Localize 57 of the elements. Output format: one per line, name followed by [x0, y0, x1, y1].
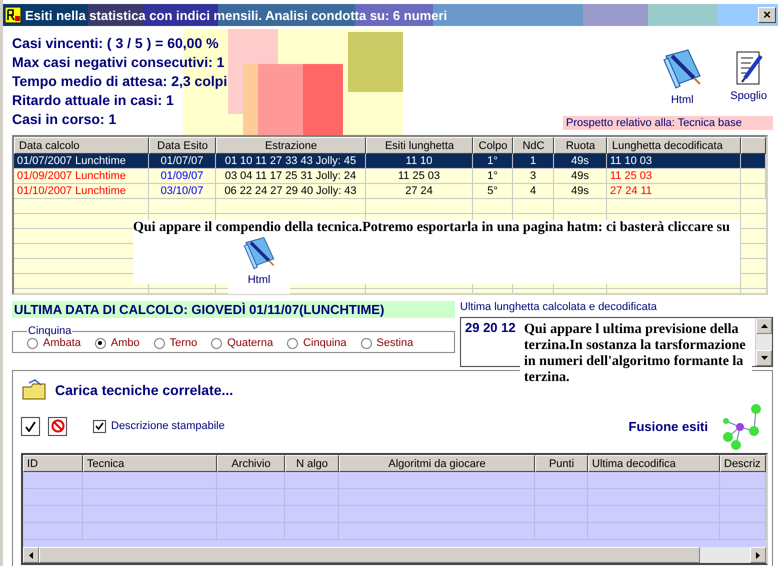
radio-option[interactable]: Quaterna — [211, 337, 274, 349]
group-legend: Cinquina — [27, 325, 72, 337]
column-header[interactable]: ID — [23, 455, 83, 472]
column-header[interactable]: Tecnica — [83, 455, 217, 472]
grid-cell: 3 — [513, 169, 554, 184]
merge-results-label: Fusione esiti — [628, 418, 708, 434]
column-header[interactable]: Punti — [535, 455, 588, 472]
column-header[interactable]: Data calcolo — [14, 137, 149, 154]
column-header[interactable]: Archivio — [217, 455, 285, 472]
grid-cell: 11 10 — [366, 154, 473, 169]
grid-cell: 01/07/2007 Lunchtime — [14, 154, 149, 169]
grid-cell: 1 — [513, 154, 554, 169]
column-header[interactable]: Colpo — [473, 137, 513, 154]
column-header[interactable]: Estrazione — [216, 137, 366, 154]
grid-cell: 01 10 11 27 33 43 Jolly: 45 — [216, 154, 366, 169]
grid-cell: 1° — [473, 154, 513, 169]
statistic-text: Casi in corso: 1 — [12, 110, 116, 129]
grid-row[interactable]: 01/09/2007 Lunchtime 01/09/07 03 04 11 17 25 31 Jolly: 24 11 25 03 1° 3 49s 11 25 03 — [14, 169, 766, 184]
technique-label: Prospetto relativo alla: Tecnica base — [563, 116, 773, 130]
spoglio-button[interactable]: Spoglio — [730, 48, 767, 106]
radio-option[interactable]: Sestina — [360, 337, 414, 349]
grid-row[interactable]: 01/07/2007 Lunchtime 01/07/07 01 10 11 27 33 43 Jolly: 45 11 10 1° 1 49s 11 10 03 — [14, 154, 766, 169]
column-header[interactable]: Esiti lunghetta — [366, 137, 473, 154]
field-label: Ultima lunghetta calcolata e decodificata — [460, 301, 658, 313]
column-header[interactable]: N algo — [285, 455, 339, 472]
load-techniques-label: Carica tecniche correlate... — [55, 382, 234, 398]
column-header[interactable]: Algoritmi da giocare — [339, 455, 535, 472]
grid-cell: 11 10 03 — [607, 154, 741, 169]
column-header[interactable]: Lunghetta decodificata — [607, 137, 741, 154]
grid-cell: 01/07/07 — [149, 154, 216, 169]
statistic-text: Casi vincenti: ( 3 / 5 ) = 60,00 % — [12, 34, 219, 53]
radio-option[interactable]: Terno — [154, 337, 198, 349]
grid-cell: 01/09/07 — [149, 169, 216, 184]
column-header[interactable]: Ruota — [554, 137, 607, 154]
statistic-text: Tempo medio di attesa: 2,3 colpi — [12, 72, 228, 91]
radio-option[interactable]: Ambo — [94, 337, 140, 349]
grid-cell: 1° — [473, 169, 513, 184]
grid-cell: 49s — [554, 169, 607, 184]
statistic-text: Ritardo attuale in casi: 1 — [12, 91, 174, 110]
grid-cell: 01/09/2007 Lunchtime — [14, 169, 149, 184]
radio-option[interactable]: Ambata — [27, 337, 81, 349]
statistic-text: Max casi negativi consecutivi: 1 — [12, 53, 224, 72]
last-calculation-date: ULTIMA DATA DI CALCOLO: GIOVEDÌ 01/11/07(LUNCHTIME) — [12, 301, 455, 318]
printable-description-checkbox[interactable]: Descrizione stampabile — [93, 420, 225, 432]
column-header[interactable]: Descriz — [720, 455, 766, 472]
close-button[interactable]: × — [758, 7, 776, 23]
column-header[interactable]: NdC — [513, 137, 554, 154]
grid-cell: 49s — [554, 154, 607, 169]
window-title: Esiti nella statistica con indici mensili. Analisi condotta su: 6 numeri — [25, 8, 448, 22]
grid-cell: 11 25 03 — [366, 169, 473, 184]
column-header[interactable]: Data Esito — [149, 137, 216, 154]
grid-cell: 11 25 03 — [607, 169, 741, 184]
grid-cell: 03 04 11 17 25 31 Jolly: 24 — [216, 169, 366, 184]
html-button[interactable]: Html — [228, 236, 290, 294]
html-button[interactable]: Html — [658, 48, 706, 106]
radio-option[interactable]: Cinquina — [287, 337, 346, 349]
column-header[interactable]: Ultima decodifica — [588, 455, 720, 472]
